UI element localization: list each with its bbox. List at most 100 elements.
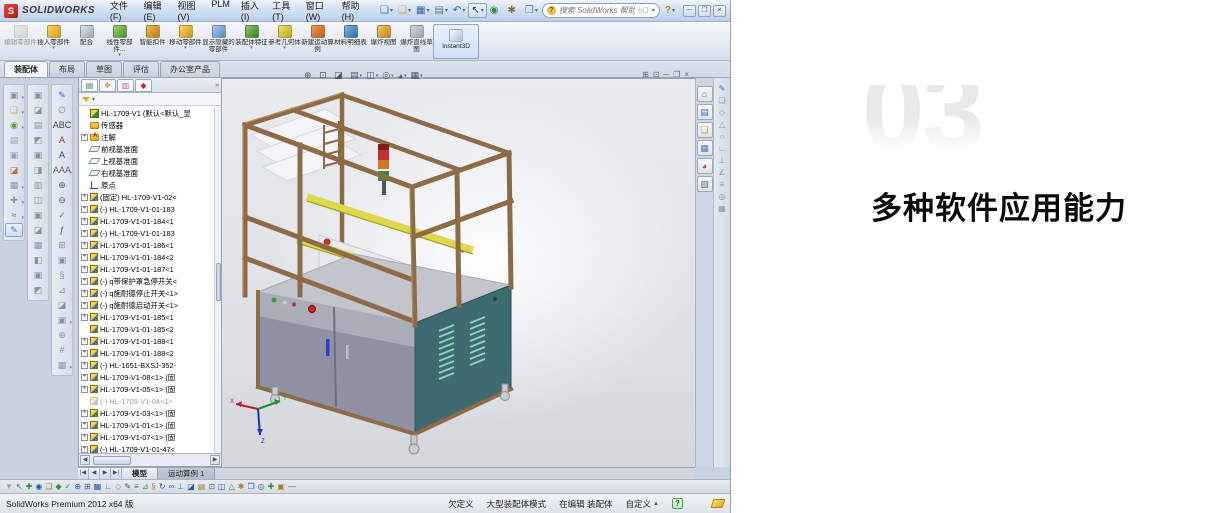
command-tab[interactable]: 装配体 <box>4 61 48 77</box>
quick-icon[interactable]: ❐ ▾ <box>523 4 540 17</box>
bottom-toolbar-icon[interactable]: ▦ <box>94 481 102 493</box>
ribbon-button[interactable]: 参考几何体 ▾ <box>268 24 301 51</box>
view-tool-icon[interactable]: ◪ ▾ <box>334 70 346 81</box>
task-pane-tab[interactable]: ⌂ <box>697 86 713 102</box>
tree-expander[interactable]: + <box>81 302 88 309</box>
bottom-toolbar-icon[interactable]: ≡ <box>134 481 139 493</box>
ribbon-button[interactable]: Instant3D ▾ <box>433 24 479 59</box>
window-button[interactable]: × <box>713 5 726 17</box>
document-window-button[interactable]: ─ <box>663 70 669 79</box>
tree-expander[interactable]: + <box>81 242 88 249</box>
tree-row[interactable]: + HL-1709-V1-08<1> (固 <box>79 371 221 383</box>
tree-row[interactable]: + (-) q施耐德停止开关<1> <box>79 287 221 299</box>
menu-item[interactable]: PLM <box>206 0 235 24</box>
first-tab-arrow[interactable]: |◀ <box>78 468 89 479</box>
toolbar-icon[interactable]: ⊕ ▾ <box>53 328 71 342</box>
bottom-toolbar-icon[interactable]: ✓ <box>65 481 72 493</box>
bottom-toolbar-icon[interactable]: ◪ <box>187 481 195 493</box>
toolbar-icon[interactable]: ƒ ▾ <box>53 223 71 237</box>
tree-expander[interactable]: + <box>81 230 88 237</box>
bottom-toolbar-icon[interactable]: ◉ <box>35 481 42 493</box>
ribbon-button[interactable]: 移动零部件 ▾ <box>169 24 202 51</box>
document-window-button[interactable]: × <box>684 70 689 79</box>
quick-icon[interactable]: ↶ ▾ <box>451 4 467 17</box>
toolbar-icon[interactable]: ◩ <box>29 133 47 147</box>
motion-study-tab[interactable]: 运动算例 1 <box>158 468 215 479</box>
menu-item[interactable]: 插入(I) <box>236 0 266 24</box>
bottom-toolbar-icon[interactable]: ⊥ <box>177 481 184 493</box>
toolbar-icon[interactable]: ▣ ▾ <box>5 148 23 162</box>
tree-row[interactable]: + (-) HL-1651-BXSJ-352- <box>79 359 221 371</box>
right-toolbar-icon[interactable]: ◎ <box>719 192 726 201</box>
window-button[interactable]: ─ <box>683 5 696 17</box>
bottom-toolbar-icon[interactable]: ✱ <box>238 481 245 493</box>
toolbar-icon[interactable]: ▦ ▾ <box>5 178 23 192</box>
ribbon-button[interactable]: 爆炸直线草图 ▾ <box>400 24 433 58</box>
scroll-right-arrow[interactable]: ▶ <box>210 455 220 465</box>
right-toolbar-icon[interactable]: ∠ <box>718 168 725 177</box>
tree-row[interactable]: + HL-1709-V1-01-187<1 <box>79 263 221 275</box>
tree-row[interactable]: + (-) q带保护罩急停开关< <box>79 275 221 287</box>
toolbar-icon[interactable]: ∅ ▾ <box>53 103 71 117</box>
ribbon-button[interactable]: 线性零部件... ▾ <box>103 24 136 58</box>
tree-row[interactable]: + HL-1709-V1-01-184<2 <box>79 251 221 263</box>
tree-row[interactable]: + HL-1709-V1-01-185<1 <box>79 311 221 323</box>
bottom-toolbar-icon[interactable]: ▣ <box>277 481 285 493</box>
more-tabs-icon[interactable]: » <box>215 82 219 89</box>
tree-row[interactable]: + (-) HL-1709-V1-01-183 <box>79 227 221 239</box>
bottom-toolbar-icon[interactable]: ↻ <box>159 481 166 493</box>
ribbon-button[interactable]: 装配体特征 ▾ <box>235 24 268 51</box>
toolbar-icon[interactable]: ▣ ▾ <box>53 313 71 327</box>
tree-row[interactable]: + 上视基准面 <box>79 155 221 167</box>
bottom-toolbar-icon[interactable]: ✚ <box>268 481 275 493</box>
bottom-toolbar-icon[interactable]: ⊿ <box>142 481 149 493</box>
bottom-toolbar-icon[interactable]: ✚ <box>26 481 33 493</box>
menu-item[interactable]: 文件(F) <box>105 0 138 24</box>
tree-row[interactable]: + (-) HL-1709-V1-04<1> <box>79 395 221 407</box>
tree-row[interactable]: + (-) HL-1709-V1-01-47< <box>79 443 221 453</box>
document-window-button[interactable]: ⊡ <box>653 70 660 79</box>
filter-dropdown-icon[interactable]: ▾ <box>92 96 95 103</box>
menu-item[interactable]: 视图(V) <box>172 0 205 24</box>
tree-expander[interactable]: + <box>81 278 88 285</box>
toolbar-icon[interactable]: A ▾ <box>53 148 71 162</box>
toolbar-icon[interactable]: ⊕ ▾ <box>53 178 71 192</box>
tree-row[interactable]: + HL-1709-V1-01<1> (固 <box>79 419 221 431</box>
right-toolbar-icon[interactable]: ▦ <box>718 204 726 213</box>
bottom-toolbar-icon[interactable]: ◆ <box>55 481 61 493</box>
tree-expander[interactable]: + <box>81 350 88 357</box>
tree-expander[interactable]: + <box>81 434 88 441</box>
task-pane-tab[interactable]: ▦ <box>697 140 713 156</box>
ribbon-button[interactable]: 显示隐藏的零部件 ▾ <box>202 24 235 58</box>
ribbon-button[interactable]: 新建运动算例 ▾ <box>301 24 334 58</box>
tree-expander[interactable]: + <box>81 218 88 225</box>
toolbar-icon[interactable]: ◉ ▾ <box>5 118 23 132</box>
toolbar-icon[interactable]: ⊞ ▾ <box>53 238 71 252</box>
toolbar-icon[interactable]: ◪ <box>29 223 47 237</box>
tree-expander[interactable]: + <box>81 338 88 345</box>
right-toolbar-icon[interactable]: ∟ <box>718 144 726 153</box>
tree-expander[interactable]: + <box>81 362 88 369</box>
bottom-toolbar-icon[interactable]: △ <box>229 481 235 493</box>
bottom-toolbar-icon[interactable]: ⊞ <box>84 481 91 493</box>
right-toolbar-icon[interactable]: △ <box>719 120 725 129</box>
tree-vertical-scrollbar[interactable] <box>214 107 221 453</box>
tree-row[interactable]: + HL-1709-V1-01-188<2 <box>79 347 221 359</box>
tree-expander[interactable]: + <box>81 422 88 429</box>
document-window-button[interactable]: ❐ <box>673 70 680 79</box>
bottom-toolbar-icon[interactable]: ◎ <box>258 481 265 493</box>
view-tool-icon[interactable]: ◕ ▾ <box>398 71 407 81</box>
toolbar-icon[interactable]: ✎ ▾ <box>53 88 71 102</box>
toolbar-icon[interactable]: ◪ ▾ <box>5 163 23 177</box>
ribbon-button[interactable]: 配合 ▾ <box>70 24 103 51</box>
toolbar-icon[interactable]: ◧ <box>29 253 47 267</box>
toolbar-icon[interactable]: § ▾ <box>53 268 71 282</box>
task-pane-tab[interactable]: ❏ <box>697 122 713 138</box>
view-tool-icon[interactable]: ▦ ▾ <box>411 70 423 81</box>
quick-icon[interactable]: ✱ ▾ <box>505 4 521 17</box>
tree-expander[interactable]: + <box>81 254 88 261</box>
dimxpert-manager-tab[interactable]: ◆ <box>135 79 152 92</box>
tree-expander[interactable]: + <box>81 194 88 201</box>
help-search-box[interactable]: ? ○⃘ ▾ <box>542 3 660 18</box>
right-toolbar-icon[interactable]: ○ <box>720 132 725 141</box>
